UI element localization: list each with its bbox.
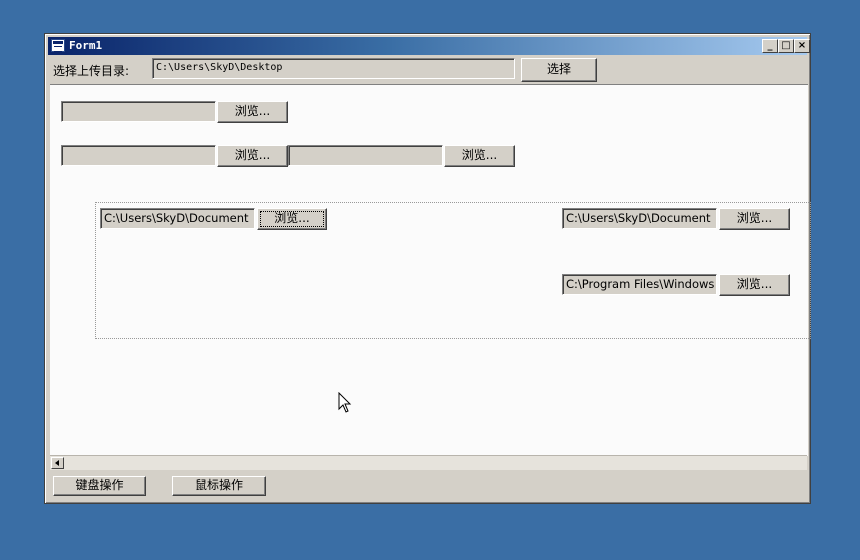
upload-dir-label: 选择上传目录: <box>53 64 130 78</box>
form-icon <box>51 39 65 52</box>
title-bar[interactable]: Form1 _ □ × <box>48 37 810 55</box>
path-field-3[interactable] <box>288 145 443 166</box>
browse-button-4[interactable]: 浏览... <box>257 208 327 230</box>
mouse-operation-button[interactable]: 鼠标操作 <box>172 476 266 496</box>
maximize-button[interactable]: □ <box>778 39 794 53</box>
path-field-4[interactable]: C:\Users\SkyD\Document <box>100 208 255 229</box>
scroll-left-icon[interactable] <box>51 457 64 469</box>
upload-dir-field[interactable]: C:\Users\SkyD\Desktop <box>152 58 515 79</box>
close-button[interactable]: × <box>794 39 810 53</box>
browse-button-6[interactable]: 浏览... <box>719 274 790 296</box>
choose-button[interactable]: 选择 <box>521 58 597 82</box>
minimize-button[interactable]: _ <box>762 39 778 53</box>
mouse-cursor-icon <box>338 392 352 413</box>
window-title: Form1 <box>69 39 103 52</box>
path-field-5[interactable]: C:\Users\SkyD\Document <box>562 208 717 229</box>
keyboard-operation-button[interactable]: 键盘操作 <box>53 476 146 496</box>
path-field-1[interactable] <box>61 101 216 122</box>
browse-button-3[interactable]: 浏览... <box>444 145 515 167</box>
browse-button-5[interactable]: 浏览... <box>719 208 790 230</box>
form1-window: Form1 _ □ × 选择上传目录: C:\Users\SkyD\Deskto… <box>44 33 811 504</box>
browse-button-1[interactable]: 浏览... <box>217 101 288 123</box>
scrollable-panel: 浏览... 浏览... 浏览... C:\Users\SkyD\Document… <box>50 84 811 456</box>
path-field-6[interactable]: C:\Program Files\Windows <box>562 274 717 295</box>
path-field-2[interactable] <box>61 145 216 166</box>
file-group-panel: C:\Users\SkyD\Document 浏览... C:\Users\Sk… <box>95 202 811 339</box>
browse-button-2[interactable]: 浏览... <box>217 145 288 167</box>
horizontal-scrollbar[interactable] <box>50 455 807 470</box>
